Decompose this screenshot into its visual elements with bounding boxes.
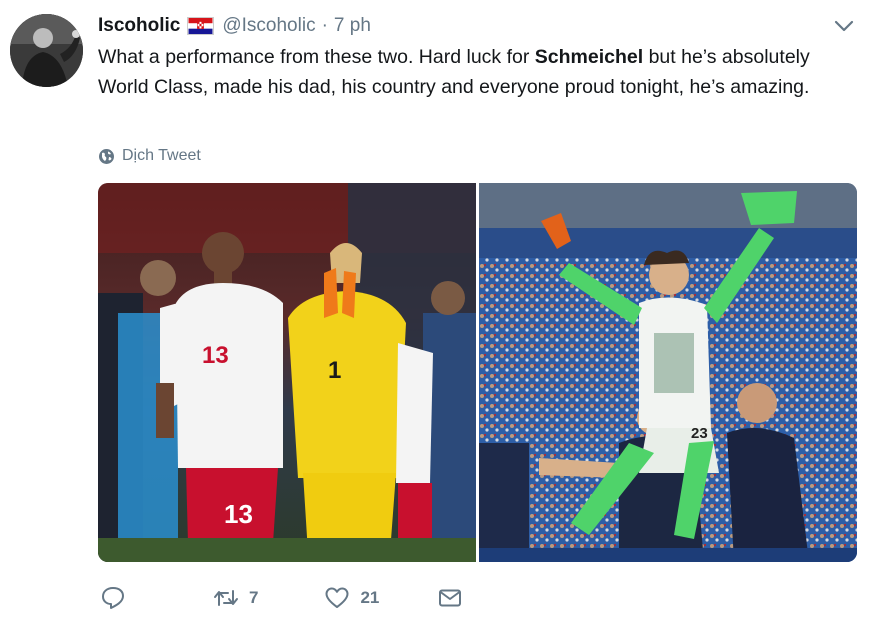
shirt-number-23: 23 <box>691 425 708 442</box>
translate-label: Dịch Tweet <box>122 147 201 164</box>
shirt-number-13: 13 <box>202 342 229 369</box>
shorts-number-13: 13 <box>224 499 253 529</box>
globe-icon <box>99 148 114 164</box>
envelope-icon <box>439 589 462 607</box>
like-count: 21 <box>360 588 380 607</box>
reply-button[interactable] <box>100 585 126 611</box>
tweet-header: Iscoholic @Iscoholic · 7 ph <box>98 14 371 38</box>
display-name[interactable]: Iscoholic <box>98 15 180 37</box>
croatia-goalkeeper-celebration-photo[interactable]: 23 <box>479 183 857 562</box>
shirt-number-1: 1 <box>328 357 341 384</box>
heart-icon <box>325 587 349 608</box>
separator-dot: · <box>321 15 328 36</box>
direct-message-button[interactable] <box>437 585 463 611</box>
like-button[interactable]: 21 <box>324 585 379 611</box>
chevron-down-icon[interactable] <box>833 16 855 36</box>
tweet-text: What a performance from these two. Hard … <box>98 42 858 102</box>
translate-tweet-link[interactable]: Dịch Tweet <box>98 145 201 167</box>
timestamp[interactable]: 7 ph <box>334 15 371 37</box>
croatia-flag-icon <box>187 17 215 35</box>
tweet-text-mention: Schmeichel <box>534 46 644 68</box>
tweet-text-part1: What a performance from these two. Hard … <box>98 46 535 68</box>
retweet-icon <box>214 590 238 606</box>
denmark-players-photo[interactable]: 13 13 1 <box>98 183 476 562</box>
handle[interactable]: @Iscoholic <box>222 15 315 37</box>
retweet-button[interactable]: 7 <box>213 585 258 611</box>
avatar[interactable] <box>10 14 83 87</box>
retweet-count: 7 <box>249 588 259 607</box>
reply-icon <box>102 587 124 609</box>
media-grid: 13 13 1 23 <box>98 183 857 562</box>
tweet-actions: 7 21 <box>100 583 463 613</box>
